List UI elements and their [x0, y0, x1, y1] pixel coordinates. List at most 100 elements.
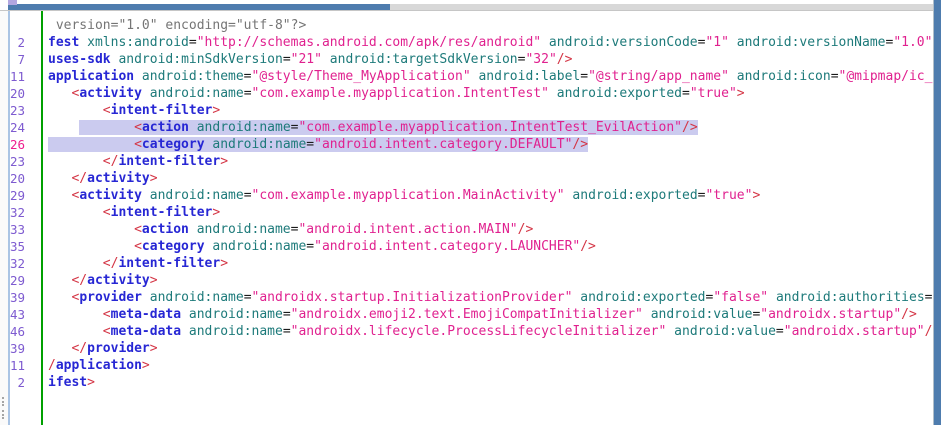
- vertical-scrollbar[interactable]: [933, 0, 941, 425]
- code-token: </: [103, 256, 119, 271]
- code-line[interactable]: </activity>: [48, 272, 933, 289]
- code-token: android:targetSdkVersion: [330, 52, 518, 67]
- line-number: 29: [10, 272, 25, 289]
- code-editor[interactable]: 271120232426232029323335322939434639112 …: [10, 11, 933, 425]
- code-line[interactable]: <activity android:name="com.example.myap…: [48, 187, 933, 204]
- vertical-scrollbar-thumb[interactable]: [934, 0, 941, 425]
- code-token: ifest: [48, 375, 87, 390]
- code-token: [48, 222, 134, 237]
- code-line[interactable]: <activity android:name="com.example.myap…: [48, 85, 933, 102]
- code-token: >: [87, 375, 95, 390]
- code-token: "1.0": [893, 35, 932, 50]
- code-token: [48, 290, 71, 305]
- code-token: [48, 171, 71, 186]
- code-line[interactable]: <provider android:name="androidx.startup…: [48, 289, 933, 306]
- code-token: "androidx.startup": [784, 324, 925, 339]
- code-line[interactable]: </intent-filter>: [48, 153, 933, 170]
- code-token: activity: [79, 86, 142, 101]
- code-line[interactable]: </activity>: [48, 170, 933, 187]
- code-token: [48, 137, 134, 152]
- line-number: 29: [10, 187, 25, 204]
- code-token: [181, 307, 189, 322]
- code-token: android:versionCode: [549, 35, 698, 50]
- code-token: android:name: [212, 239, 306, 254]
- code-token: <: [134, 120, 142, 135]
- code-line[interactable]: <action android:name="android.intent.act…: [48, 221, 933, 238]
- code-token: [48, 239, 134, 254]
- line-number: 7: [10, 51, 25, 68]
- code-line[interactable]: uses-sdk android:minSdkVersion="21" andr…: [48, 51, 933, 68]
- code-token: "androidx.startup.InitializationProvider…: [252, 290, 573, 305]
- code-line[interactable]: <meta-data android:name="androidx.emoji2…: [48, 306, 933, 323]
- code-line[interactable]: /application>: [48, 357, 933, 374]
- horizontal-scrollbar[interactable]: [8, 4, 933, 10]
- line-number: 11: [10, 68, 25, 85]
- code-token: </: [71, 341, 87, 356]
- code-token: =: [283, 307, 291, 322]
- line-number: 23: [10, 153, 25, 170]
- line-number: 43: [10, 306, 25, 323]
- code-token: [48, 103, 103, 118]
- top-scrollbar-area: [0, 0, 941, 11]
- code-token: [643, 307, 651, 322]
- code-token: /: [48, 358, 56, 373]
- code-token: application: [56, 358, 142, 373]
- code-line[interactable]: version="1.0" encoding="utf-8"?>: [48, 17, 933, 34]
- line-number: 23: [10, 102, 25, 119]
- code-token: />: [901, 307, 917, 322]
- code-token: /: [925, 324, 933, 339]
- code-token: >: [220, 154, 228, 169]
- line-number: 20: [10, 170, 25, 187]
- code-token: android:minSdkVersion: [118, 52, 282, 67]
- code-token: android:label: [478, 69, 580, 84]
- code-token: >: [150, 273, 158, 288]
- code-token: "false": [713, 290, 768, 305]
- code-token: [189, 222, 197, 237]
- code-token: =: [682, 86, 690, 101]
- code-token: =: [283, 52, 291, 67]
- code-line[interactable]: <category android:name="android.intent.c…: [48, 136, 933, 153]
- code-token: [134, 69, 142, 84]
- code-token: android:name: [150, 86, 244, 101]
- horizontal-scrollbar-thumb[interactable]: [8, 4, 390, 10]
- code-token: intent-filter: [111, 103, 213, 118]
- code-line[interactable]: <category android:name="android.intent.c…: [48, 238, 933, 255]
- code-token: application: [48, 69, 134, 84]
- code-token: =: [244, 188, 252, 203]
- code-token: <: [103, 205, 111, 220]
- code-token: >: [220, 256, 228, 271]
- code-token: [48, 120, 79, 135]
- code-token: </: [103, 154, 119, 169]
- code-token: />: [557, 52, 573, 67]
- code-line[interactable]: <intent-filter>: [48, 204, 933, 221]
- line-number: 46: [10, 323, 25, 340]
- code-token: <: [134, 222, 142, 237]
- line-number-gutter[interactable]: 271120232426232029323335322939434639112: [10, 11, 43, 425]
- code-line[interactable]: application android:theme="@style/Theme_…: [48, 68, 933, 85]
- code-line[interactable]: <meta-data android:name="androidx.lifecy…: [48, 323, 933, 340]
- code-line[interactable]: ifest>: [48, 374, 933, 391]
- code-token: [189, 120, 197, 135]
- line-number: 35: [10, 238, 25, 255]
- code-token: android:versionName: [737, 35, 886, 50]
- line-number: 39: [10, 289, 25, 306]
- code-token: [48, 324, 103, 339]
- code-line[interactable]: fest xmlns:android="http://schemas.andro…: [48, 34, 933, 51]
- splitter-handle[interactable]: [0, 11, 8, 425]
- code-token: activity: [87, 171, 150, 186]
- splitter-grip-icon[interactable]: [2, 396, 4, 420]
- code-token: [48, 205, 103, 220]
- code-line[interactable]: </intent-filter>: [48, 255, 933, 272]
- code-token: [768, 290, 776, 305]
- code-token: android:value: [651, 307, 753, 322]
- code-line[interactable]: <intent-filter>: [48, 102, 933, 119]
- code-token: "21": [291, 52, 322, 67]
- code-token: android:name: [212, 137, 306, 152]
- code-line[interactable]: <action android:name="com.example.myappl…: [48, 119, 933, 136]
- code-token: =: [580, 69, 588, 84]
- code-token: [142, 188, 150, 203]
- code-line[interactable]: </provider>: [48, 340, 933, 357]
- code-area[interactable]: version="1.0" encoding="utf-8"?>fest xml…: [43, 11, 933, 425]
- code-token: activity: [87, 273, 150, 288]
- code-token: category: [142, 239, 205, 254]
